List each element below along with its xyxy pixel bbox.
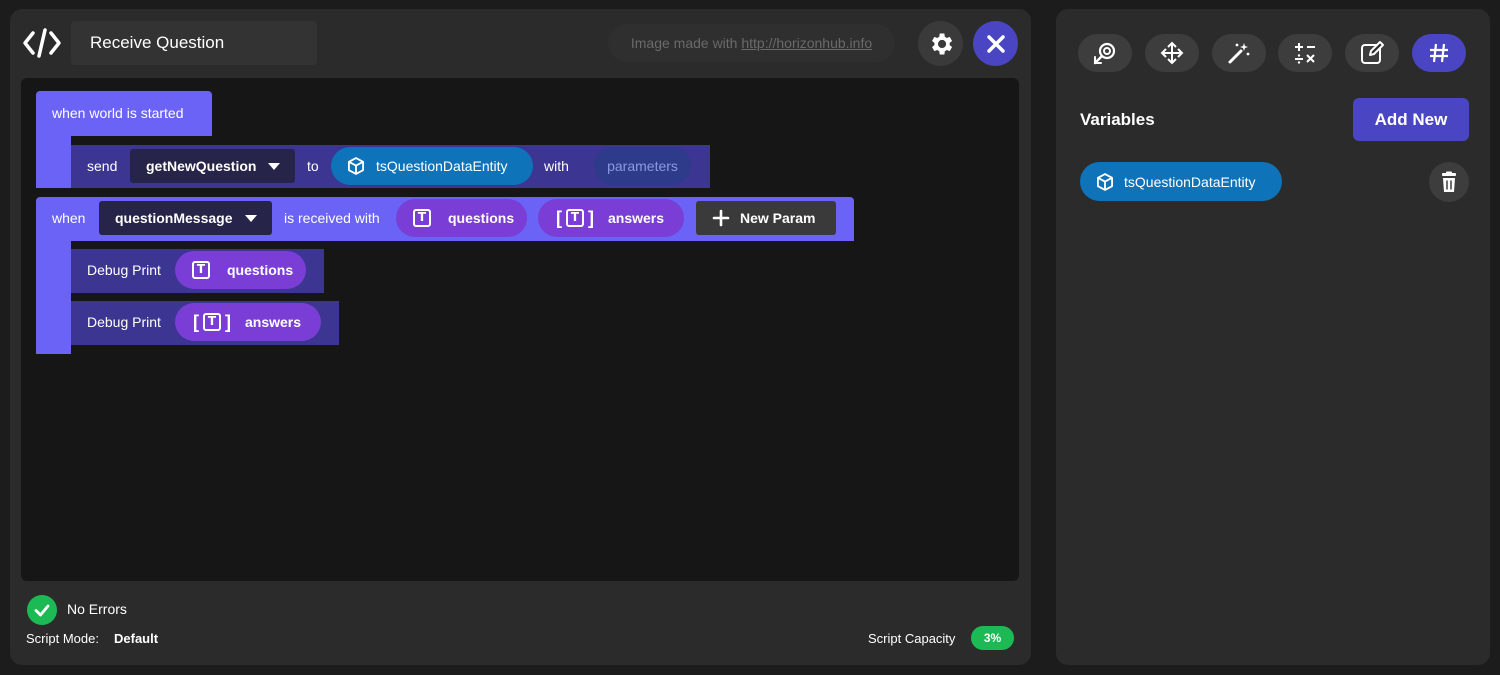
script-mode-label: Script Mode:: [26, 631, 99, 646]
chevron-down-icon: [268, 163, 280, 170]
code-icon: [23, 28, 61, 58]
math-ops-icon: [1295, 43, 1315, 64]
errors-status: No Errors: [67, 601, 127, 617]
array-bracket: [: [193, 311, 199, 332]
cube-icon: [1097, 172, 1113, 191]
text-type-icon: [413, 209, 431, 227]
tool-gizmo-button[interactable]: [1078, 34, 1132, 72]
add-new-variable-button[interactable]: Add New: [1353, 98, 1469, 141]
move-icon: [1160, 41, 1184, 65]
tool-edit-button[interactable]: [1345, 34, 1399, 72]
event-label: when world is started: [52, 105, 184, 121]
settings-button[interactable]: [918, 21, 963, 66]
script-mode-value[interactable]: Default: [114, 631, 158, 646]
tool-move-button[interactable]: [1145, 34, 1199, 72]
event-block-body: [36, 136, 71, 188]
trash-icon: [1442, 171, 1456, 192]
array-bracket: ]: [225, 311, 231, 332]
parameters-slot[interactable]: parameters: [594, 147, 691, 185]
text-type-icon: [192, 261, 210, 279]
dropdown-value: questionMessage: [115, 210, 233, 226]
array-bracket: ]: [588, 207, 594, 228]
status-ok-indicator: [27, 595, 57, 625]
chevron-down-icon: [245, 215, 257, 222]
param-name: answers: [608, 210, 665, 226]
delete-variable-button[interactable]: [1429, 162, 1469, 202]
script-editor-panel: Receive Question Image made with http://…: [10, 9, 1031, 665]
variable-name: tsQuestionDataEntity: [1124, 173, 1256, 190]
script-capacity-label: Script Capacity: [868, 631, 956, 646]
tool-magic-button[interactable]: [1212, 34, 1266, 72]
var-pill-questions[interactable]: questions: [175, 251, 306, 289]
received-label: is received with: [284, 210, 380, 226]
debug-print-label: Debug Print: [87, 262, 161, 278]
credit-text: Image made with http://horizonhub.info: [608, 24, 895, 62]
to-label: to: [307, 158, 319, 174]
plus-icon: [712, 209, 730, 227]
hash-icon: [1430, 43, 1448, 63]
sidebar-panel: Variables Add New tsQuestionDataEntity: [1056, 9, 1490, 665]
variable-item[interactable]: tsQuestionDataEntity: [1080, 162, 1282, 201]
script-capacity-badge: 3%: [971, 626, 1014, 650]
gear-icon: [931, 33, 952, 54]
debug-print-label: Debug Print: [87, 314, 161, 330]
credit-link[interactable]: http://horizonhub.info: [741, 35, 872, 51]
magic-wand-icon: [1228, 43, 1250, 64]
check-icon: [34, 604, 50, 617]
entity-name: tsQuestionDataEntity: [376, 158, 508, 174]
var-name: answers: [245, 314, 302, 330]
cube-icon: [348, 157, 364, 175]
send-label: send: [87, 158, 118, 174]
param-name: questions: [448, 210, 515, 226]
block-canvas[interactable]: when world is started send getNewQuestio…: [21, 78, 1019, 581]
array-bracket: [: [556, 207, 562, 228]
tool-math-button[interactable]: [1278, 34, 1332, 72]
dropdown-value: getNewQuestion: [146, 158, 257, 174]
tool-variables-button[interactable]: [1412, 34, 1466, 72]
new-param-button[interactable]: New Param: [696, 201, 836, 235]
entity-pill-target[interactable]: tsQuestionDataEntity: [331, 147, 533, 185]
close-icon: [986, 34, 1005, 53]
event-block-received-body: [36, 241, 71, 354]
param-pill-answers[interactable]: [] answers: [538, 199, 684, 237]
var-pill-answers[interactable]: [] answers: [175, 303, 321, 341]
when-label: when: [52, 210, 86, 226]
variables-heading: Variables: [1080, 110, 1155, 129]
text-type-icon: [203, 313, 221, 331]
var-name: questions: [227, 262, 294, 278]
with-label: with: [544, 158, 569, 174]
edit-icon: [1361, 41, 1384, 64]
param-pill-questions[interactable]: questions: [396, 199, 527, 237]
event-dropdown-getnewquestion[interactable]: getNewQuestion: [130, 149, 295, 183]
gizmo-icon: [1093, 42, 1116, 65]
text-type-icon: [566, 209, 584, 227]
event-dropdown-questionmessage[interactable]: questionMessage: [99, 201, 272, 235]
script-title[interactable]: Receive Question: [71, 21, 317, 65]
new-param-label: New Param: [740, 210, 816, 226]
credit-prefix: Image made with: [630, 35, 742, 51]
close-button[interactable]: [973, 21, 1018, 66]
